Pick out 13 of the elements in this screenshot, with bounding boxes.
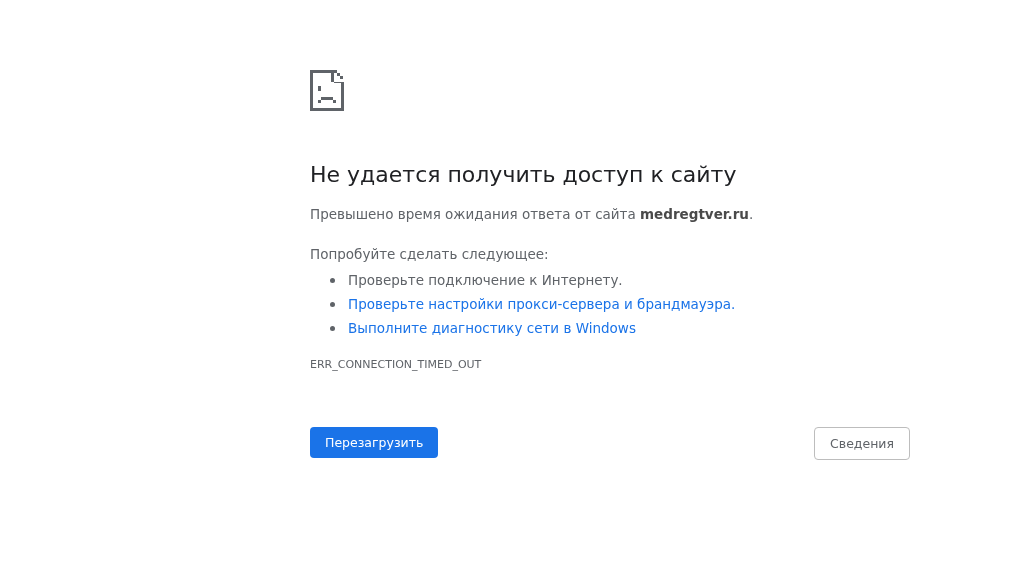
bullet-icon: [330, 301, 335, 307]
bullet-icon: [330, 277, 335, 283]
sad-page-icon: [310, 70, 344, 111]
details-button[interactable]: Сведения: [814, 427, 910, 460]
suggestion-link[interactable]: Выполните диагностику сети в Windows: [348, 320, 636, 336]
error-code: ERR_CONNECTION_TIMED_OUT: [310, 358, 483, 371]
suggestions-intro: Попробуйте сделать следующее:: [310, 245, 550, 264]
bullet-icon: [330, 325, 335, 331]
error-heading: Не удается получить доступ к сайту: [310, 161, 738, 189]
reload-button[interactable]: Перезагрузить: [310, 427, 439, 458]
error-message: Превышено время ожидания ответа от сайта medregtver.ru.: [310, 205, 755, 224]
suggestion-link[interactable]: Проверьте настройки прокси-сервера и брандмауэра.: [348, 296, 736, 312]
suggestion-text: Проверьте подключение к Интернету.: [348, 272, 623, 288]
